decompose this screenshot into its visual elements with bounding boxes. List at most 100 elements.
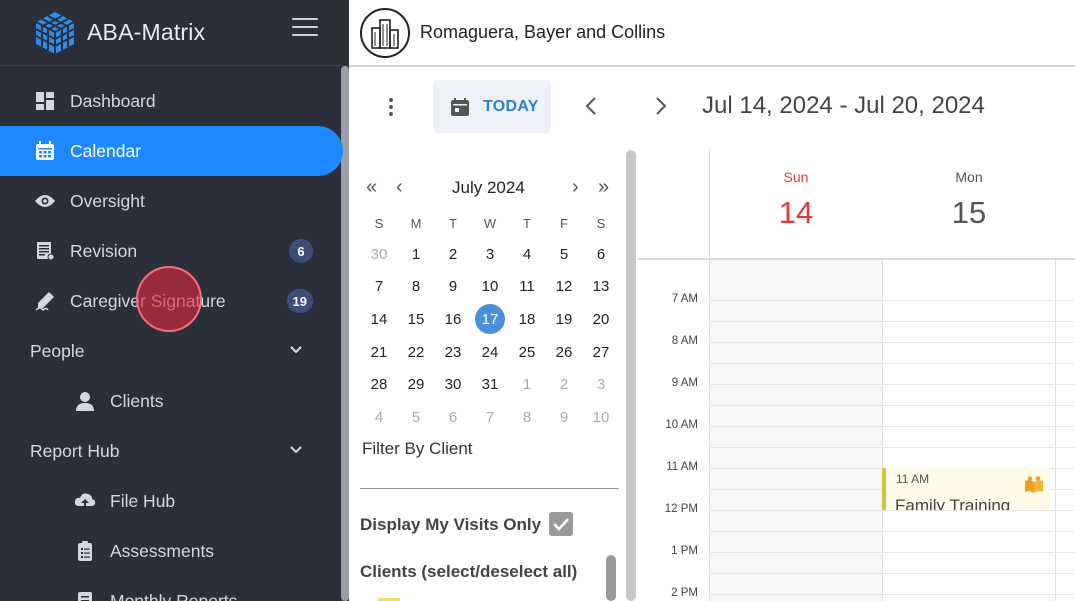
clients-list-scrollbar[interactable]	[606, 555, 616, 601]
kebab-icon-dot	[389, 98, 393, 102]
day-header-monday[interactable]: Mon 15	[883, 148, 1055, 260]
day-cell[interactable]: 7	[364, 271, 394, 301]
calendar-event[interactable]: 11 AM Family Training	[882, 468, 1049, 510]
day-cell[interactable]: 18	[512, 304, 542, 334]
book-icon	[1025, 476, 1043, 493]
day-cell[interactable]: 30	[438, 369, 468, 399]
day-cell[interactable]: 31	[475, 369, 505, 399]
today-button[interactable]: TODAY	[433, 80, 551, 133]
day-cell[interactable]: 12	[549, 271, 579, 301]
day-cell[interactable]: 3	[586, 369, 616, 399]
sunday-column-shade	[709, 260, 882, 601]
day-cell[interactable]: 11	[512, 271, 542, 301]
day-header-sunday[interactable]: Sun 14	[710, 148, 882, 260]
day-cell[interactable]: 8	[401, 271, 431, 301]
day-cell[interactable]: 21	[364, 337, 394, 367]
day-cell[interactable]: 5	[549, 239, 579, 269]
day-cell[interactable]: 26	[549, 337, 579, 367]
sidebar-item-dashboard[interactable]: Dashboard	[0, 76, 341, 126]
day-cell[interactable]: 4	[364, 402, 394, 432]
day-cell[interactable]: 2	[549, 369, 579, 399]
filter-input-underline	[360, 488, 619, 489]
day-cell[interactable]: 25	[512, 337, 542, 367]
sidebar-item-file-hub[interactable]: File Hub	[0, 476, 341, 526]
hamburger-icon-bar	[292, 18, 318, 20]
chevron-down-icon	[290, 446, 302, 454]
time-label: 9 AM	[671, 377, 698, 389]
next-week-button[interactable]	[653, 96, 669, 116]
sidebar: ABA-Matrix Dashboard Calendar Oversight	[0, 0, 349, 601]
next-year-button[interactable]: »	[598, 176, 609, 198]
sidebar-item-clients[interactable]: Clients	[0, 376, 341, 426]
day-cell[interactable]: 15	[401, 304, 431, 334]
day-cell[interactable]: 28	[364, 369, 394, 399]
calendar-icon	[34, 140, 56, 162]
day-cell[interactable]: 1	[512, 369, 542, 399]
day-cell[interactable]: 13	[586, 271, 616, 301]
app-title: ABA-Matrix	[87, 19, 206, 45]
calendar-day-header: Sun 14 Mon 15	[638, 148, 1075, 260]
day-cell[interactable]: 6	[438, 402, 468, 432]
section-label: People	[30, 340, 85, 361]
previous-year-button[interactable]: «	[366, 176, 377, 198]
day-cell[interactable]: 16	[438, 304, 468, 334]
next-month-button[interactable]: ›	[572, 176, 579, 198]
day-cell[interactable]: 9	[438, 271, 468, 301]
sidebar-item-label: Calendar	[70, 140, 142, 161]
day-cell[interactable]: 6	[586, 239, 616, 269]
sidebar-item-caregiver-signature[interactable]: Caregiver Signature 19	[0, 276, 341, 326]
day-cell[interactable]: 4	[512, 239, 542, 269]
time-label: 1 PM	[671, 545, 698, 557]
day-cell[interactable]: 1	[401, 239, 431, 269]
day-cell[interactable]: 8	[512, 402, 542, 432]
sidebar-item-label: File Hub	[110, 490, 176, 511]
selected-day[interactable]: 17	[475, 304, 505, 334]
cloud-upload-icon	[74, 490, 96, 512]
previous-week-button[interactable]	[583, 96, 599, 116]
document-icon	[34, 240, 56, 262]
menu-toggle-button[interactable]	[292, 17, 318, 37]
clients-select-all-label[interactable]: Clients (select/deselect all)	[360, 562, 577, 582]
sidebar-section-report-hub[interactable]: Report Hub	[0, 426, 341, 476]
time-label: 10 AM	[665, 419, 698, 431]
day-cell[interactable]: 23	[438, 337, 468, 367]
previous-month-button[interactable]: ‹	[396, 176, 403, 198]
sidebar-item-label: Dashboard	[70, 90, 156, 111]
display-my-visits-checkbox[interactable]	[549, 512, 573, 536]
sidebar-item-monthly-reports[interactable]: Monthly Reports	[0, 576, 341, 601]
day-cell[interactable]: 14	[364, 304, 394, 334]
day-cell[interactable]: 9	[549, 402, 579, 432]
app-logo-icon[interactable]	[32, 10, 78, 56]
gridline	[709, 405, 1075, 406]
more-options-button[interactable]	[387, 98, 395, 116]
clipboard-icon	[74, 540, 96, 562]
day-cell[interactable]: 7	[475, 402, 505, 432]
day-cell[interactable]: 5	[401, 402, 431, 432]
day-cell[interactable]: 20	[586, 304, 616, 334]
day-cell[interactable]: 3	[475, 239, 505, 269]
gridline	[882, 260, 883, 601]
day-cell[interactable]: 29	[401, 369, 431, 399]
gridline	[709, 426, 1075, 427]
sidebar-item-calendar[interactable]: Calendar	[0, 126, 343, 176]
sidebar-section-people[interactable]: People	[0, 326, 341, 376]
panel-scrollbar[interactable]	[626, 150, 636, 601]
company-logo-icon[interactable]	[360, 7, 410, 58]
day-cell[interactable]: 30	[364, 239, 394, 269]
sidebar-item-oversight[interactable]: Oversight	[0, 176, 341, 226]
month-label: July 2024	[452, 178, 525, 197]
day-cell[interactable]: 10	[586, 402, 616, 432]
top-bar: Romaguera, Bayer and Collins	[349, 0, 1075, 67]
day-cell[interactable]: 27	[586, 337, 616, 367]
sidebar-item-label: Monthly Reports	[110, 590, 238, 601]
day-cell[interactable]: 10	[475, 271, 505, 301]
sidebar-item-assessments[interactable]: Assessments	[0, 526, 341, 576]
sidebar-item-revision[interactable]: Revision 6	[0, 226, 341, 276]
weekday-label: W	[483, 216, 497, 231]
weekday-label: F	[560, 216, 568, 231]
day-cell[interactable]: 2	[438, 239, 468, 269]
day-cell[interactable]: 24	[475, 337, 505, 367]
day-cell[interactable]: 19	[549, 304, 579, 334]
day-cell[interactable]: 22	[401, 337, 431, 367]
filter-by-client-label[interactable]: Filter By Client	[362, 439, 473, 459]
